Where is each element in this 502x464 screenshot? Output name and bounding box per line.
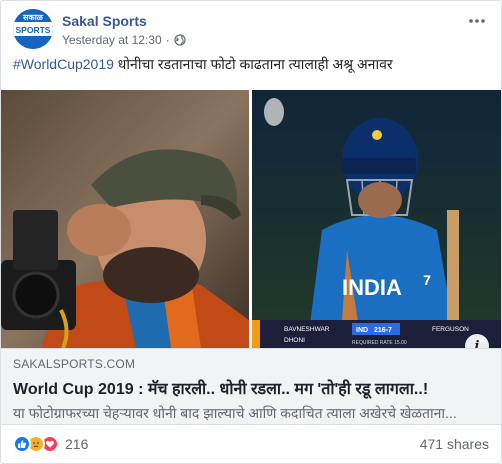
reaction-count[interactable]: 216	[65, 436, 88, 452]
link-domain: SAKALSPORTS.COM	[13, 357, 136, 371]
jersey-text: INDIA	[342, 275, 402, 300]
facebook-post: सकाळ SPORTS Sakal Sports Yesterday at 12…	[0, 0, 502, 464]
post-footer: 216 471 shares	[13, 433, 489, 455]
shares-count[interactable]: 471 shares	[420, 436, 489, 452]
dhoni-photo: INDIA 7 BAVNESHWAR DHONI IND 216-7 REQUI…	[252, 90, 501, 348]
photographer-photo	[1, 90, 249, 348]
scorebar-team1: IND	[356, 327, 368, 334]
link-description: या फोटोग्राफरच्या चेहऱ्यावर धोनी बाद झाल…	[13, 405, 457, 421]
more-options-icon[interactable]	[465, 13, 489, 29]
post-meta: Yesterday at 12:30 ·	[62, 33, 186, 47]
jersey-number: 7	[423, 272, 431, 288]
link-preview[interactable]: SAKALSPORTS.COM World Cup 2019 : मॅच हार…	[1, 348, 501, 425]
meta-separator: ·	[165, 33, 170, 47]
page-avatar[interactable]: सकाळ SPORTS	[13, 9, 53, 49]
scorebar-batsman2: DHONI	[284, 337, 305, 344]
scorebar-batsman1: BAVNESHWAR	[284, 326, 330, 333]
sakal-sports-logo-icon: सकाळ SPORTS	[13, 9, 53, 49]
avatar-text-bottom: SPORTS	[16, 25, 51, 35]
post-timestamp[interactable]: Yesterday at 12:30	[62, 33, 162, 47]
dhoni-image-icon: INDIA 7 BAVNESHWAR DHONI IND 216-7 REQUI…	[252, 90, 501, 348]
caption-text: धोनीचा रडतानाचा फोटो काढताना त्यालाही अश…	[113, 56, 393, 72]
avatar-text-top: सकाळ	[22, 13, 44, 22]
reaction-icons[interactable]	[13, 435, 59, 453]
hashtag-link[interactable]: #WorldCup2019	[13, 56, 114, 72]
globe-icon[interactable]	[174, 34, 186, 46]
scorebar-score: 216-7	[374, 327, 392, 334]
photographer-image-icon	[1, 90, 249, 348]
like-reaction-icon[interactable]	[13, 435, 31, 453]
link-title[interactable]: World Cup 2019 : मॅच हारली.. धोनी रडला..…	[13, 377, 489, 399]
post-caption: #WorldCup2019 धोनीचा रडतानाचा फोटो काढता…	[13, 55, 393, 74]
page-name-link[interactable]: Sakal Sports	[62, 13, 147, 29]
scorebar-bowler: FERGUSON	[432, 326, 469, 333]
post-header: सकाळ SPORTS Sakal Sports Yesterday at 12…	[13, 9, 489, 51]
scorebar-need: REQUIRED RATE 15.00	[352, 340, 407, 346]
post-image[interactable]: INDIA 7 BAVNESHWAR DHONI IND 216-7 REQUI…	[1, 90, 501, 348]
